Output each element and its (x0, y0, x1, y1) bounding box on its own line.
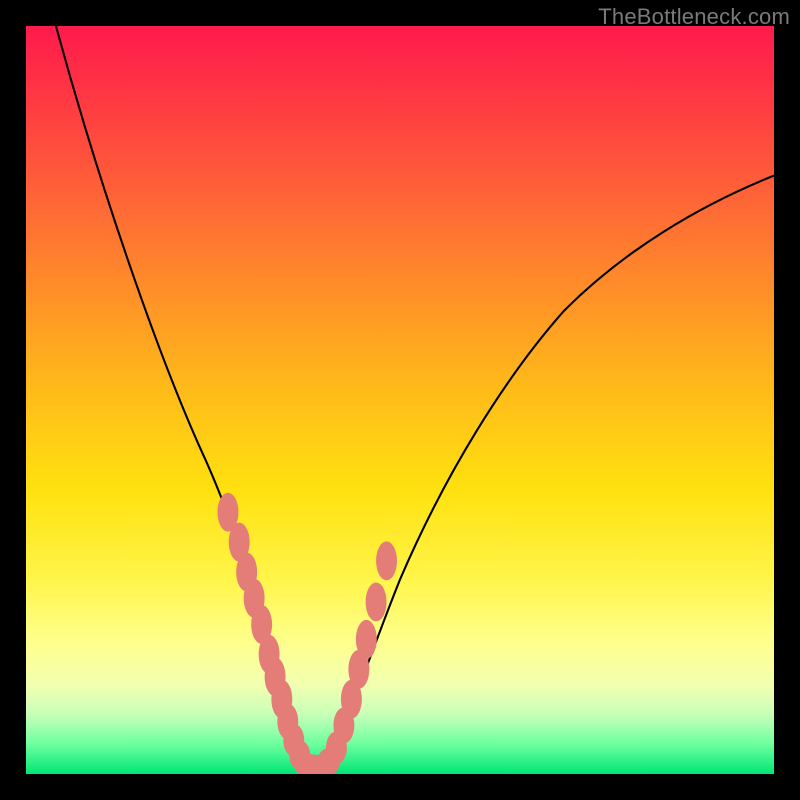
plot-area (26, 26, 774, 774)
bottleneck-curve (56, 26, 774, 773)
curve-layer (26, 26, 774, 774)
watermark-text: TheBottleneck.com (598, 4, 790, 30)
marker-group (217, 493, 397, 774)
chart-frame: TheBottleneck.com (0, 0, 800, 800)
